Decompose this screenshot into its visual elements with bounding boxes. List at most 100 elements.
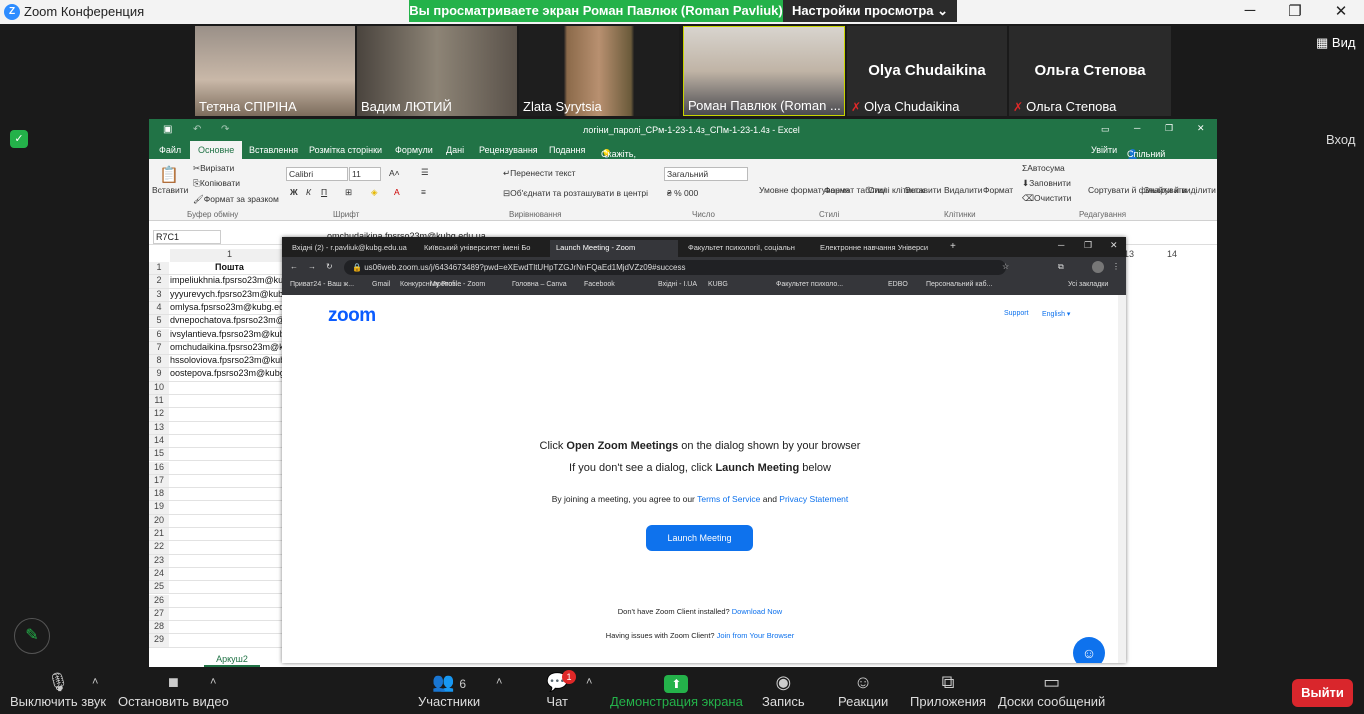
restore-icon[interactable]: ❐ <box>1280 2 1310 20</box>
column-header-14[interactable]: 14 <box>1167 249 1177 259</box>
audio-options-chevron-icon[interactable]: ˄ <box>92 676 98 688</box>
cut-button[interactable]: ✂ Вирізати <box>193 163 234 174</box>
table-row[interactable]: 20 <box>149 514 289 528</box>
scrollbar[interactable] <box>1118 295 1126 663</box>
excel-restore-icon[interactable]: ❐ <box>1165 123 1173 134</box>
profile-avatar[interactable] <box>1092 261 1104 273</box>
menu-review[interactable]: Рецензування <box>479 145 538 155</box>
number-format-select[interactable]: Загальний <box>664 167 748 181</box>
redo-icon[interactable]: ↷ <box>221 124 229 135</box>
undo-icon[interactable]: ↶ <box>193 124 201 135</box>
record-button[interactable]: ◉ Запись <box>762 672 805 709</box>
find-select-button[interactable]: Знайти й виділити <box>1144 185 1216 195</box>
table-row[interactable]: 9 oostepova.fpsrso23m@kubg <box>149 368 289 382</box>
participant-tile-active[interactable]: Роман Павлюк (Roman ... <box>683 26 845 116</box>
table-row[interactable]: 17 <box>149 474 289 489</box>
align-left-icon[interactable]: ≡ <box>421 187 426 197</box>
participant-tile[interactable]: Olya Chudaikina ✗ Olya Chudaikina <box>847 26 1007 116</box>
terms-link[interactable]: Terms of Service <box>697 494 760 504</box>
language-select[interactable]: English ▾ <box>1042 310 1070 318</box>
paste-button[interactable]: Вставити <box>152 185 188 195</box>
align-top-icon[interactable]: ☰ <box>421 167 429 178</box>
table-row[interactable]: 23 <box>149 554 289 568</box>
table-row[interactable]: 21 <box>149 528 289 542</box>
font-color-icon[interactable]: A <box>394 187 400 197</box>
ribbon-options-icon[interactable]: ▭ <box>1101 124 1110 135</box>
bookmark-item[interactable]: Факультет психоло... <box>776 281 843 288</box>
browser-close-icon[interactable]: ✕ <box>1110 240 1118 251</box>
privacy-link[interactable]: Privacy Statement <box>779 494 848 504</box>
menu-formulas[interactable]: Формули <box>395 145 433 155</box>
bookmark-item[interactable]: Усі закладки <box>1068 281 1108 288</box>
download-link[interactable]: Download Now <box>732 607 782 616</box>
chat-support-icon[interactable]: ☺ <box>1073 637 1105 663</box>
menu-insert[interactable]: Вставлення <box>249 145 298 155</box>
table-row[interactable]: 13 <box>149 421 289 435</box>
delete-cells-button[interactable]: Видалити <box>944 185 982 195</box>
italic-button[interactable]: К <box>306 187 311 197</box>
email-cell[interactable]: impeliukhnia.fpsrso23m@kubg <box>170 275 293 285</box>
table-row[interactable]: 29 <box>149 634 289 648</box>
video-options-chevron-icon[interactable]: ˄ <box>210 676 216 688</box>
new-tab-icon[interactable]: + <box>950 241 956 252</box>
font-name-select[interactable]: Calibri <box>286 167 348 181</box>
participant-tile[interactable]: Ольга Степова ✗ Ольга Степова <box>1009 26 1171 116</box>
extensions-icon[interactable]: ⧉ <box>1058 262 1064 272</box>
table-row[interactable]: 2 impeliukhnia.fpsrso23m@kubg <box>149 275 293 289</box>
bookmark-item[interactable]: Facebook <box>584 281 615 288</box>
apps-button[interactable]: ⧉ Приложения <box>910 672 986 709</box>
table-row[interactable]: 8 hssoloviova.fpsrso23m@kubg <box>149 355 290 369</box>
back-icon[interactable]: ← <box>290 262 298 271</box>
email-cell[interactable]: ivsylantieva.fpsrso23m@kubg <box>170 329 290 339</box>
name-box[interactable]: R7C1 <box>153 230 221 244</box>
minimize-icon[interactable]: ─ <box>1235 2 1265 19</box>
bookmark-item[interactable]: Головна – Canva <box>512 281 567 288</box>
table-row[interactable]: 19 <box>149 501 289 515</box>
reload-icon[interactable]: ↻ <box>326 262 333 271</box>
browser-tab[interactable]: Вхідні (2) - r.pavliuk@kubg.edu.ua <box>286 240 414 257</box>
header-cell[interactable]: Пошта <box>170 262 289 272</box>
browser-tab[interactable]: Факультет психології, соціальн <box>682 240 810 257</box>
underline-button[interactable]: П <box>321 187 327 197</box>
table-row[interactable]: 11 <box>149 395 289 409</box>
login-button[interactable]: Вход <box>1326 132 1355 147</box>
launch-meeting-button[interactable]: Launch Meeting <box>646 525 753 551</box>
participant-tile[interactable]: Тетяна СПІРІНА <box>195 26 355 116</box>
table-row[interactable]: 7 omchudaikina.fpsrso23m@kubg <box>149 341 299 356</box>
bookmark-item[interactable]: Приват24 - Ваш ж... <box>290 281 354 288</box>
bookmark-item[interactable]: Gmail <box>372 281 390 288</box>
insert-cells-button[interactable]: Вставити <box>905 185 941 195</box>
bold-button[interactable]: Ж <box>290 187 298 197</box>
copy-button[interactable]: ⎘ Копіювати <box>193 178 240 189</box>
bookmark-item[interactable]: My Profile - Zoom <box>430 281 485 288</box>
bookmark-item[interactable]: Персональний каб... <box>926 281 992 288</box>
save-icon[interactable]: ▣ <box>163 124 172 135</box>
browser-tab[interactable]: Київський університет імені Бо <box>418 240 546 257</box>
table-row[interactable]: 3 yyyurevych.fpsrso23m@kubg <box>149 288 289 302</box>
table-row[interactable]: 26 <box>149 594 289 608</box>
table-row[interactable]: 27 <box>149 607 289 622</box>
menu-page-layout[interactable]: Розмітка сторінки <box>309 145 382 155</box>
menu-view[interactable]: Подання <box>549 145 585 155</box>
table-row[interactable]: 6 ivsylantieva.fpsrso23m@kubg <box>149 328 290 342</box>
participants-chevron-icon[interactable]: ˄ <box>496 676 502 688</box>
menu-dots-icon[interactable]: ⋮ <box>1112 262 1120 271</box>
email-cell[interactable]: dvnepochatova.fpsrso23m@k <box>170 315 289 325</box>
menu-file[interactable]: Файл <box>159 145 181 155</box>
menu-data[interactable]: Дані <box>446 145 464 155</box>
fill-button[interactable]: ⬇ Заповнити <box>1022 178 1071 189</box>
table-row[interactable]: 12 <box>149 408 289 422</box>
browser-tab[interactable]: Електронне навчання Універси <box>814 240 942 257</box>
email-cell[interactable]: yyyurevych.fpsrso23m@kubg <box>170 289 288 299</box>
url-input[interactable]: 🔒 us06web.zoom.us/j/6434673489?pwd=eXEwd… <box>344 260 1006 275</box>
format-cells-button[interactable]: Формат <box>983 185 1013 195</box>
view-button[interactable]: ▦ Вид <box>1316 35 1355 51</box>
participant-tile[interactable]: Zlata Syrytsia <box>519 26 679 116</box>
security-shield-icon[interactable]: ✓ <box>10 130 28 148</box>
whiteboard-button[interactable]: ▭ Доски сообщений <box>998 672 1105 709</box>
email-cell[interactable]: omlysa.fpsrso23m@kubg.edu <box>170 302 289 312</box>
currency-percent-icons[interactable]: ₴ % 000 <box>667 188 698 198</box>
forward-icon[interactable]: → <box>308 262 316 271</box>
bookmark-item[interactable]: EDBO <box>888 281 908 288</box>
fill-color-icon[interactable]: ◈ <box>371 187 378 198</box>
